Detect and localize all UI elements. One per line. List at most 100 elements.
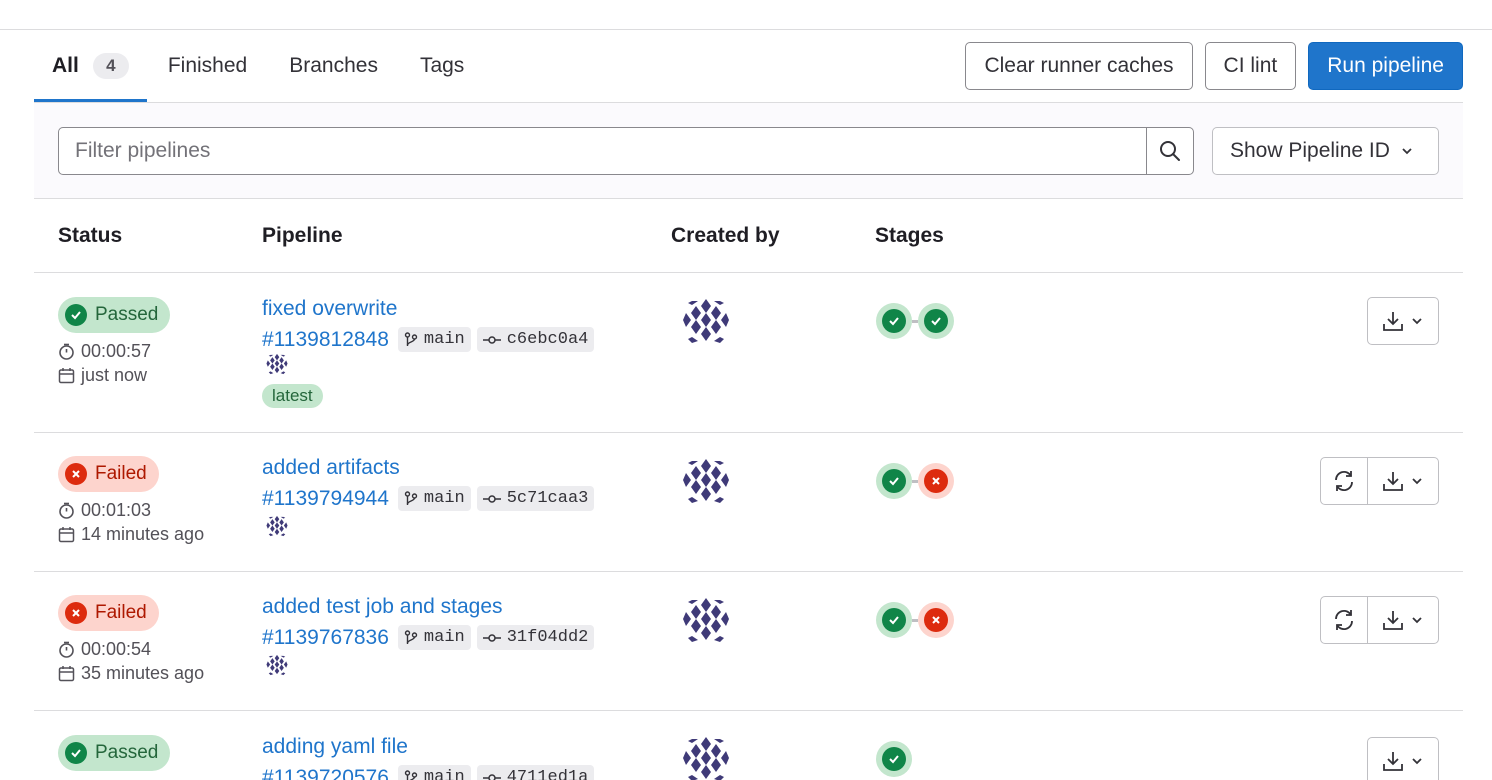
created-time-value: 35 minutes ago xyxy=(81,663,205,683)
run-pipeline-button[interactable]: Run pipeline xyxy=(1308,42,1463,90)
branch-icon xyxy=(404,769,418,780)
duration-value: 00:01:03 xyxy=(81,500,152,520)
download-icon xyxy=(1383,472,1403,491)
pipeline-id-line: #1139794944 main 5c71caa3 xyxy=(262,486,600,511)
header-stages: Stages xyxy=(875,224,944,247)
filter-pipelines-input[interactable] xyxy=(59,128,1146,174)
pipeline-id-line: #1139767836 main 31f04dd2 xyxy=(262,625,600,650)
status-badge[interactable]: Failed xyxy=(58,456,159,492)
commit-chip[interactable]: 5c71caa3 xyxy=(476,486,595,511)
pipeline-commit-title[interactable]: added test job and stages xyxy=(262,595,503,619)
download-artifacts-button[interactable] xyxy=(1368,597,1438,643)
calendar-icon xyxy=(58,666,75,682)
branch-chip[interactable]: main xyxy=(397,327,471,352)
tab-tags[interactable]: Tags xyxy=(399,30,485,102)
row-actions xyxy=(1367,297,1439,345)
retry-button[interactable] xyxy=(1321,597,1367,643)
pipeline-id-link[interactable]: #1139794944 xyxy=(262,487,389,511)
pipeline-commit-title[interactable]: added artifacts xyxy=(262,456,400,480)
duration-value: 00:00:57 xyxy=(81,341,152,361)
clear-runner-caches-button[interactable]: Clear runner caches xyxy=(965,42,1193,90)
created-time: just now xyxy=(58,365,147,386)
search-box xyxy=(58,127,1194,175)
tab-all-count: 4 xyxy=(92,53,129,79)
timer-icon xyxy=(59,502,74,519)
download-icon xyxy=(1383,312,1403,331)
chevron-down-icon xyxy=(1412,617,1422,624)
branch-icon xyxy=(404,331,418,346)
pipeline-id-line: #1139812848 main c6ebc0a4 xyxy=(262,327,600,352)
triggerer-avatar[interactable] xyxy=(266,654,288,676)
table-row: Passed adding yaml file #1139720576 main… xyxy=(34,711,1463,780)
commit-chip[interactable]: 4711ed1a xyxy=(476,765,595,780)
status-label: Passed xyxy=(95,304,159,325)
branch-chip[interactable]: main xyxy=(397,765,471,780)
calendar-icon xyxy=(58,368,75,384)
pipeline-id-link[interactable]: #1139720576 xyxy=(262,766,389,780)
row-actions xyxy=(1320,596,1439,644)
tab-branches[interactable]: Branches xyxy=(268,30,399,102)
status-badge[interactable]: Failed xyxy=(58,595,159,631)
stage-failed-icon[interactable] xyxy=(918,602,954,638)
tab-all[interactable]: All 4 xyxy=(34,30,147,102)
stage-success-icon[interactable] xyxy=(918,303,954,339)
status-badge[interactable]: Passed xyxy=(58,297,171,333)
commit-chip[interactable]: c6ebc0a4 xyxy=(476,327,595,352)
dropdown-label: Show Pipeline ID xyxy=(1230,139,1390,162)
timer-icon xyxy=(59,641,74,658)
pipeline-id-line: #1139720576 main 4711ed1a xyxy=(262,765,600,780)
commit-sha: 31f04dd2 xyxy=(506,628,589,647)
show-pipeline-id-dropdown[interactable]: Show Pipeline ID xyxy=(1212,127,1439,175)
commit-icon xyxy=(482,773,501,780)
pipeline-stages xyxy=(876,602,954,638)
tab-tags-label: Tags xyxy=(419,54,465,77)
pipeline-stages xyxy=(876,303,954,339)
created-time: 35 minutes ago xyxy=(58,663,204,684)
stage-success-icon[interactable] xyxy=(876,463,912,499)
pipeline-commit-title[interactable]: adding yaml file xyxy=(262,735,408,759)
pipeline-commit-title[interactable]: fixed overwrite xyxy=(262,297,397,321)
commit-icon xyxy=(482,494,501,503)
search-button[interactable] xyxy=(1146,128,1193,174)
triggerer-avatar[interactable] xyxy=(266,515,288,537)
timer-icon xyxy=(59,343,74,360)
branch-chip[interactable]: main xyxy=(397,625,471,650)
branch-name: main xyxy=(423,330,465,349)
search-icon xyxy=(1160,141,1180,161)
stage-failed-icon[interactable] xyxy=(918,463,954,499)
chevron-down-icon xyxy=(1412,318,1422,325)
download-artifacts-button[interactable] xyxy=(1368,738,1438,780)
tab-finished-label: Finished xyxy=(167,54,248,77)
avatar[interactable] xyxy=(682,735,730,780)
download-artifacts-button[interactable] xyxy=(1368,298,1438,344)
duration: 00:00:57 xyxy=(58,341,151,362)
download-icon xyxy=(1383,752,1403,771)
download-artifacts-button[interactable] xyxy=(1368,458,1438,504)
pipeline-id-link[interactable]: #1139812848 xyxy=(262,328,389,352)
avatar[interactable] xyxy=(682,457,730,505)
commit-chip[interactable]: 31f04dd2 xyxy=(476,625,595,650)
triggerer-avatar[interactable] xyxy=(266,353,288,375)
stage-success-icon[interactable] xyxy=(876,741,912,777)
avatar[interactable] xyxy=(682,297,730,345)
retry-icon xyxy=(1335,470,1353,492)
branch-name: main xyxy=(423,489,465,508)
tab-finished[interactable]: Finished xyxy=(147,30,268,102)
stage-success-icon[interactable] xyxy=(876,602,912,638)
ci-lint-button[interactable]: CI lint xyxy=(1204,42,1297,90)
commit-icon xyxy=(482,335,501,344)
branch-chip[interactable]: main xyxy=(397,486,471,511)
row-actions xyxy=(1367,737,1439,780)
pipeline-stages xyxy=(876,741,912,777)
created-time-value: 14 minutes ago xyxy=(81,524,205,544)
status-badge[interactable]: Passed xyxy=(58,735,171,771)
avatar[interactable] xyxy=(682,596,730,644)
table-row: Passed 00:00:57 just now fixed overwrite… xyxy=(34,273,1463,433)
stage-success-icon[interactable] xyxy=(876,303,912,339)
retry-button[interactable] xyxy=(1321,458,1367,504)
duration: 00:01:03 xyxy=(58,500,151,521)
commit-sha: 5c71caa3 xyxy=(506,489,589,508)
pipeline-id-link[interactable]: #1139767836 xyxy=(262,626,389,650)
header-status: Status xyxy=(58,224,123,247)
chevron-down-icon xyxy=(1412,478,1422,485)
